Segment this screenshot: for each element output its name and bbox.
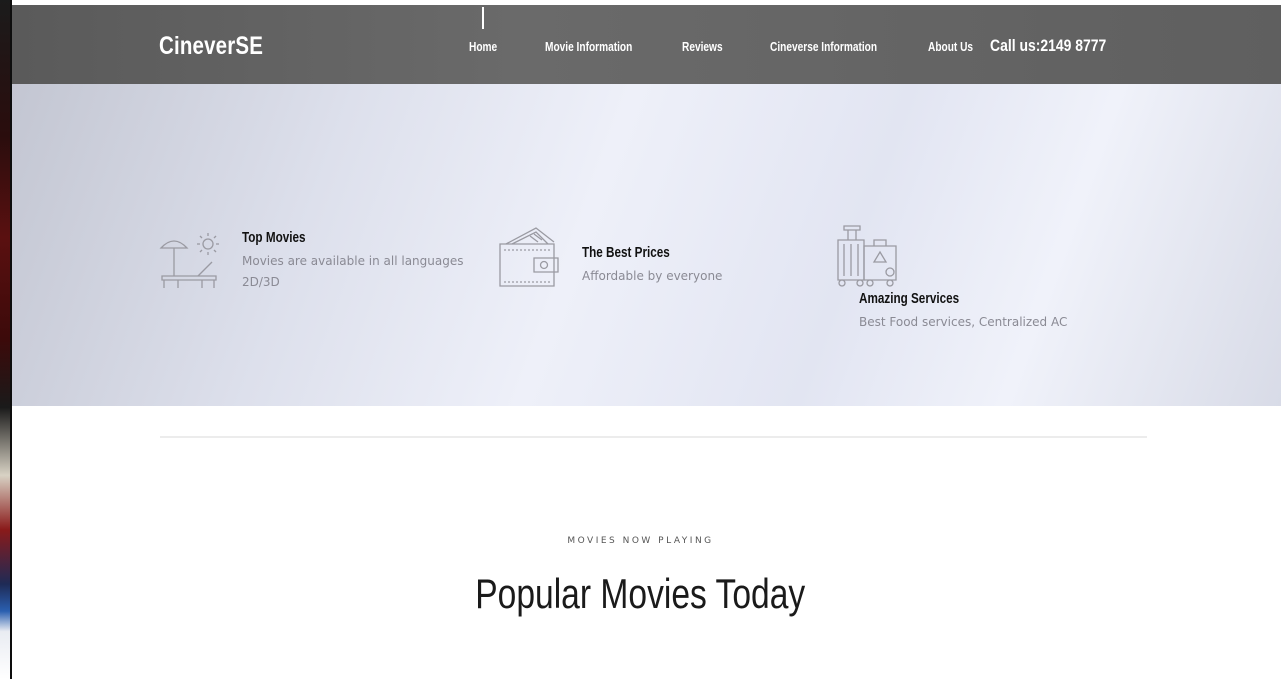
nav-cineverse-information[interactable]: Cineverse Information [770, 39, 877, 54]
nav-movie-information[interactable]: Movie Information [545, 39, 632, 54]
section-title-text: Popular Movies Today [475, 570, 806, 617]
feature-title-amazing-services: Amazing Services [859, 290, 960, 307]
feature-text-affordable: Affordable by everyone [582, 269, 723, 283]
section-title: Popular Movies Today [0, 570, 1281, 618]
site-header: CineverSE Home Movie Information Reviews… [12, 5, 1281, 84]
feature-text-languages: Movies are available in all languages [242, 254, 464, 268]
active-nav-indicator [482, 7, 484, 29]
features-banner: Top Movies Movies are available in all l… [12, 84, 1281, 406]
luggage-icon [834, 222, 900, 295]
nav-home[interactable]: Home [469, 39, 497, 54]
feature-text-2d3d: 2D/3D [242, 275, 280, 289]
feature-text-food-ac: Best Food services, Centralized AC [859, 315, 1068, 329]
feature-title-top-movies: Top Movies [242, 229, 306, 246]
site-logo[interactable]: CineverSE [159, 32, 263, 61]
beach-chair-icon [158, 230, 222, 299]
feature-title-best-prices: The Best Prices [582, 244, 670, 261]
section-divider [160, 436, 1147, 438]
section-kicker: MOVIES NOW PLAYING [567, 536, 714, 546]
nav-reviews[interactable]: Reviews [682, 39, 723, 54]
call-us-text: Call us:2149 8777 [990, 36, 1107, 55]
wallet-icon [496, 224, 560, 295]
nav-about-us[interactable]: About Us [928, 39, 973, 54]
